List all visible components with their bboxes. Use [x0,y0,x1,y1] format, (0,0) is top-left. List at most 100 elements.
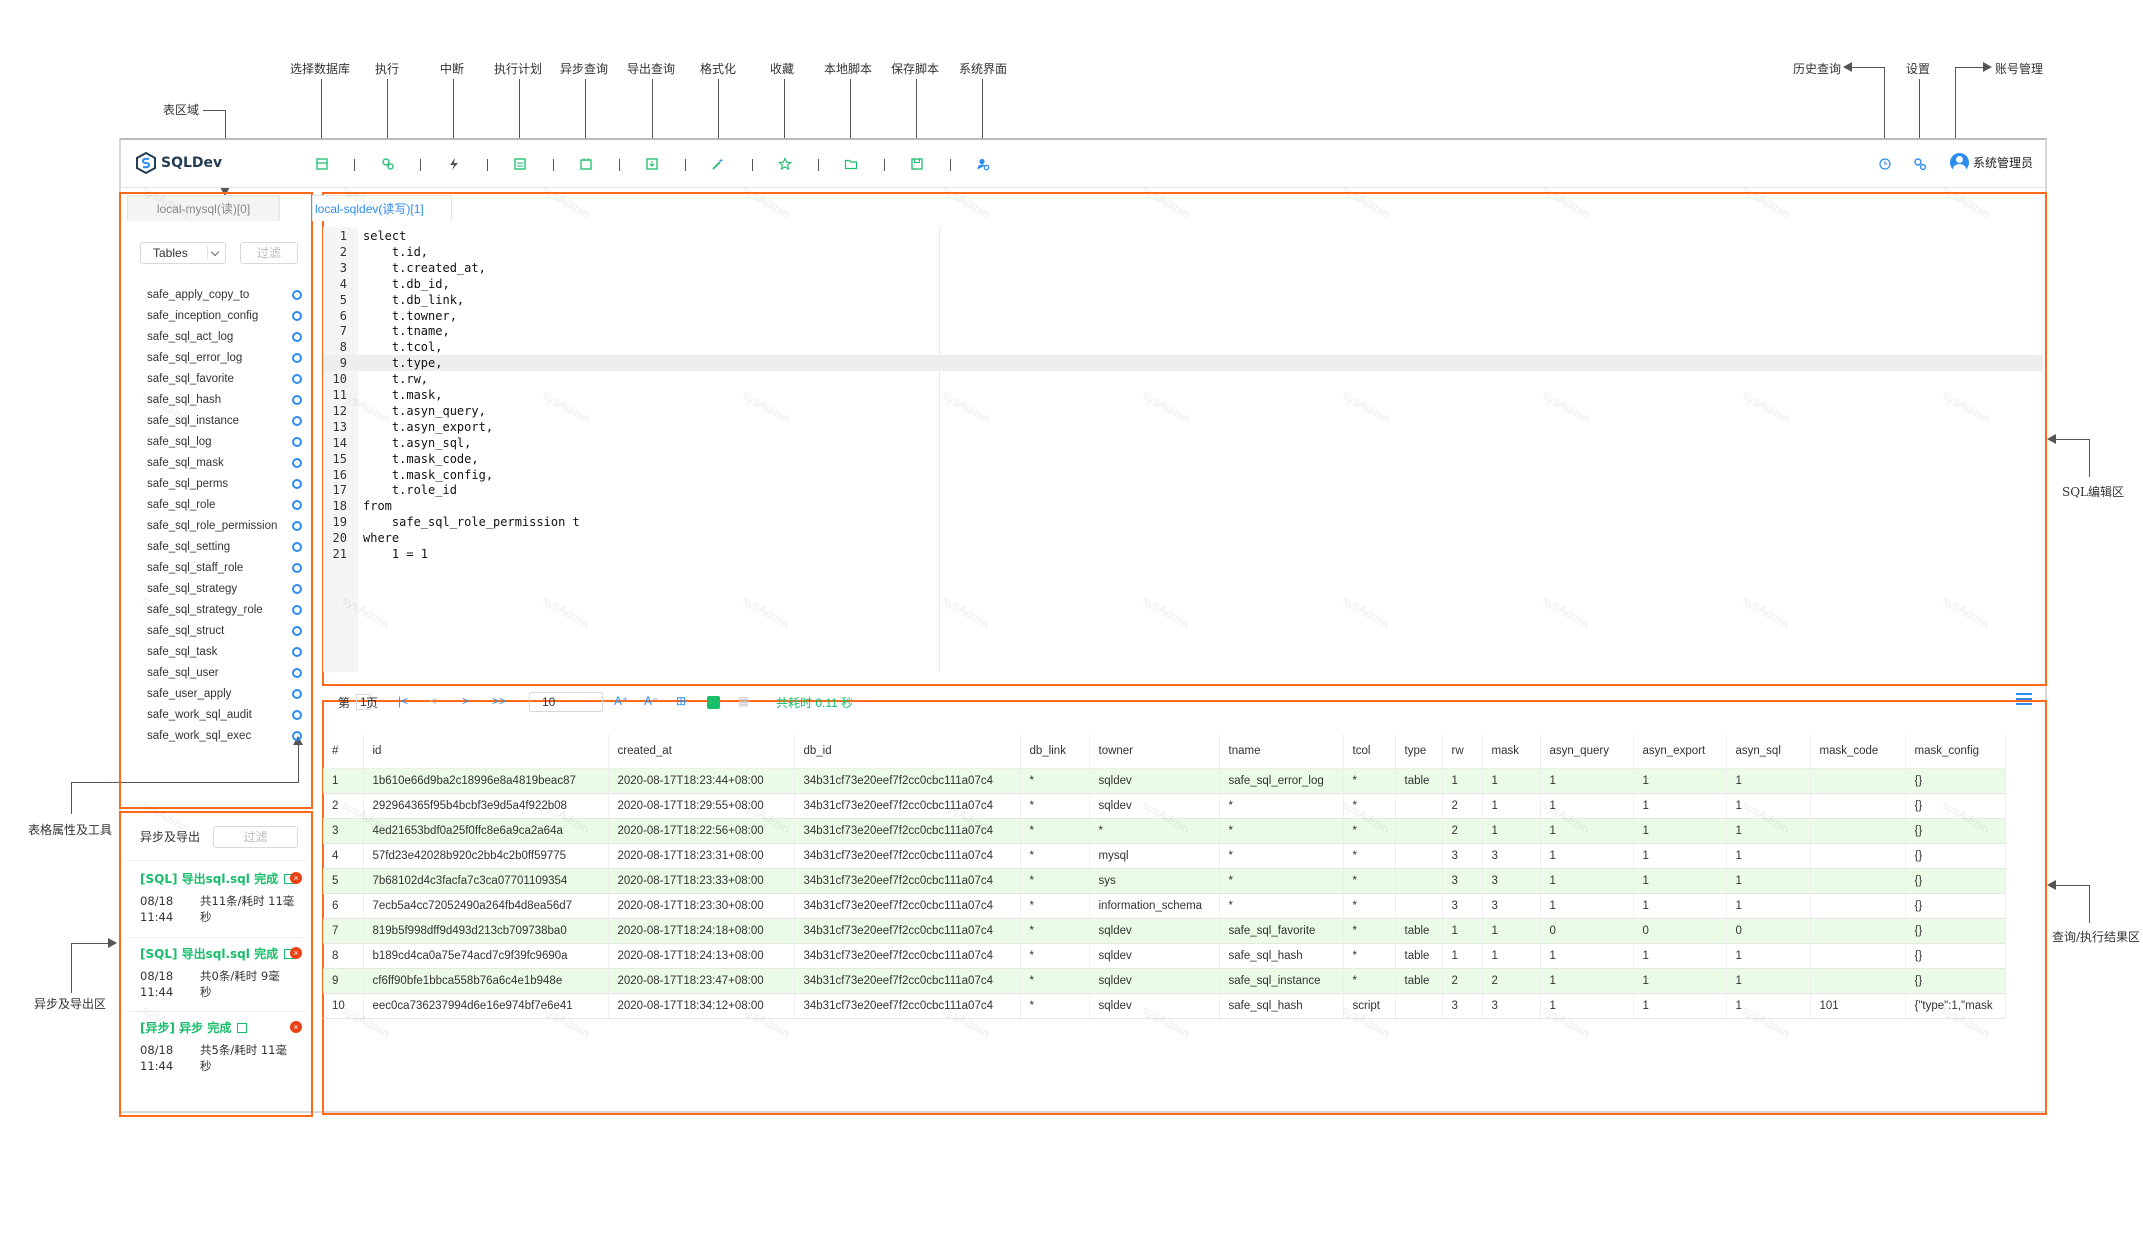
table-list-item[interactable]: safe_sql_instance [147,410,305,431]
table-list-item[interactable]: safe_apply_copy_to [147,284,305,305]
table-settings-icon[interactable] [292,289,302,300]
table-settings-icon[interactable] [292,667,302,678]
history-button[interactable] [1877,156,1893,172]
editor-line[interactable]: 14 t.asyn_sql, [323,435,2043,451]
tab-local-sqldev[interactable]: local-sqldev(读写)[1] [312,195,452,221]
interrupt-button[interactable] [446,156,462,172]
table-settings-icon[interactable] [292,352,302,363]
table-row[interactable]: 6 7ecb5a4cc72052490a264fb4d8ea56d7 2020-08… [323,893,2006,919]
editor-line[interactable]: 9 t.type, [323,355,2043,372]
editor-line[interactable]: 11 t.mask, [323,387,2043,403]
editor-line[interactable]: 2 t.id, [323,244,2043,260]
table-list-item[interactable]: safe_sql_staff_role [147,557,305,578]
editor-line[interactable]: 3 t.created_at, [323,260,2043,276]
table-list-item[interactable]: safe_sql_mask [147,452,305,473]
editor-line[interactable]: 10 t.rw, [323,371,2043,387]
account-menu[interactable]: 系统管理员 [1950,153,2033,172]
column-header[interactable]: type [1395,734,1443,769]
column-header[interactable]: mask_config [1905,734,2006,769]
table-list-item[interactable]: safe_user_apply [147,683,305,704]
table-settings-icon[interactable] [292,604,302,615]
table-list-item[interactable]: safe_sql_act_log [147,326,305,347]
close-icon[interactable]: × [290,947,302,959]
table-list-item[interactable]: safe_work_sql_audit [147,704,305,725]
font-increase-icon[interactable]: A⁺ [614,694,628,708]
editor-line[interactable]: 21 1 = 1 [323,546,2043,562]
tab-local-mysql[interactable]: local-mysql(读)[0] [127,195,280,221]
column-header[interactable]: created_at [608,734,795,769]
editor-line[interactable]: 5 t.db_link, [323,292,2043,308]
table-list-item[interactable]: safe_sql_user [147,662,305,683]
table-settings-icon[interactable] [292,310,302,321]
object-type-select[interactable]: Tables [140,242,226,264]
table-row[interactable]: 8 b189cd4ca0a75e74acd7c9f39fc9690a 2020-08… [323,943,2006,969]
exec-plan-button[interactable] [512,156,528,172]
table-list-item[interactable]: safe_sql_error_log [147,347,305,368]
table-row[interactable]: 4 57fd23e42028b920c2bb4c2b0ff59775 2020-08… [323,843,2006,869]
table-list-item[interactable]: safe_sql_setting [147,536,305,557]
column-header[interactable]: tname [1219,734,1344,769]
table-settings-icon[interactable] [292,331,302,342]
column-header[interactable]: db_link [1020,734,1090,769]
column-header[interactable]: mask [1482,734,1541,769]
column-header[interactable]: asyn_sql [1726,734,1811,769]
editor-line[interactable]: 8 t.tcol, [323,339,2043,355]
local-script-button[interactable] [843,156,859,172]
table-list-item[interactable]: safe_sql_struct [147,620,305,641]
last-page-icon[interactable]: >> [492,694,506,708]
checkbox-icon[interactable] [707,696,720,709]
column-header[interactable]: towner [1089,734,1220,769]
table-settings-icon[interactable] [292,646,302,657]
column-header[interactable]: asyn_export [1633,734,1727,769]
table-row[interactable]: 7 819b5f998dff9d493d213cb709738ba0 2020-08… [323,918,2006,944]
table-list-item[interactable]: safe_sql_strategy_role [147,599,305,620]
table-settings-icon[interactable] [292,730,302,741]
settings-button[interactable] [1912,156,1928,172]
editor-line[interactable]: 12 t.asyn_query, [323,403,2043,419]
async-task[interactable]: [SQL] 导出sql.sql 完成 × 08/18 11:44 共11条/耗时 11毫… [140,870,302,925]
save-script-button[interactable] [909,156,925,172]
editor-line[interactable]: 16 t.mask_config, [323,467,2043,483]
export-query-button[interactable] [644,156,660,172]
table-settings-icon[interactable] [292,415,302,426]
table-row[interactable]: 9 cf6ff90bfe1bbca558b76a6c4e1b948e 2020-08… [323,968,2006,994]
table-settings-icon[interactable] [292,520,302,531]
table-row[interactable]: 3 4ed21653bdf0a25f0ffc8e6a9ca2a64a 2020-08… [323,818,2006,844]
table-settings-icon[interactable] [292,562,302,573]
table-filter-input[interactable]: 过滤 [240,242,298,264]
table-row[interactable]: 1 1b610e66d9ba2c18996e8a4819beac87 2020-08… [323,768,2006,794]
execute-button[interactable] [380,156,396,172]
next-page-icon[interactable]: > [462,694,469,708]
table-settings-icon[interactable] [292,436,302,447]
table-list-item[interactable]: safe_inception_config [147,305,305,326]
table-settings-icon[interactable] [292,541,302,552]
table-list-item[interactable]: safe_sql_task [147,641,305,662]
table-list-item[interactable]: safe_sql_role_permission [147,515,305,536]
table-settings-icon[interactable] [292,625,302,636]
table-list-item[interactable]: safe_sql_log [147,431,305,452]
async-task[interactable]: [SQL] 导出sql.sql 完成 × 08/18 11:44 共0条/耗时 9毫秒 [140,945,302,1000]
editor-line[interactable]: 15 t.mask_code, [323,451,2043,467]
table-settings-icon[interactable] [292,394,302,405]
font-decrease-icon[interactable]: A⁻ [644,694,658,708]
favorite-button[interactable] [777,156,793,172]
table-list-item[interactable]: safe_sql_perms [147,473,305,494]
column-header[interactable]: asyn_query [1540,734,1634,769]
export-result-icon[interactable]: ▦ [738,694,749,708]
editor-line[interactable]: 20 where [323,530,2043,546]
editor-line[interactable]: 19 safe_sql_role_permission t [323,514,2043,530]
column-header[interactable]: mask_code [1810,734,1906,769]
table-list-item[interactable]: safe_work_sql_exec [147,725,305,746]
column-header[interactable]: tcol [1343,734,1396,769]
editor-line[interactable]: 13 t.asyn_export, [323,419,2043,435]
table-settings-icon[interactable] [292,709,302,720]
table-settings-icon[interactable] [292,373,302,384]
table-row[interactable]: 10 eec0ca736237994d6e16e974bf7e6e41 2020-0… [323,993,2006,1019]
column-header[interactable]: id [363,734,609,769]
format-button[interactable] [710,156,726,172]
column-menu-icon[interactable] [2016,693,2032,707]
select-db-button[interactable] [314,156,330,172]
async-filter-input[interactable]: 过滤 [213,826,298,848]
first-page-icon[interactable]: |< [398,694,408,708]
page-size-select[interactable]: 10 [529,692,603,712]
